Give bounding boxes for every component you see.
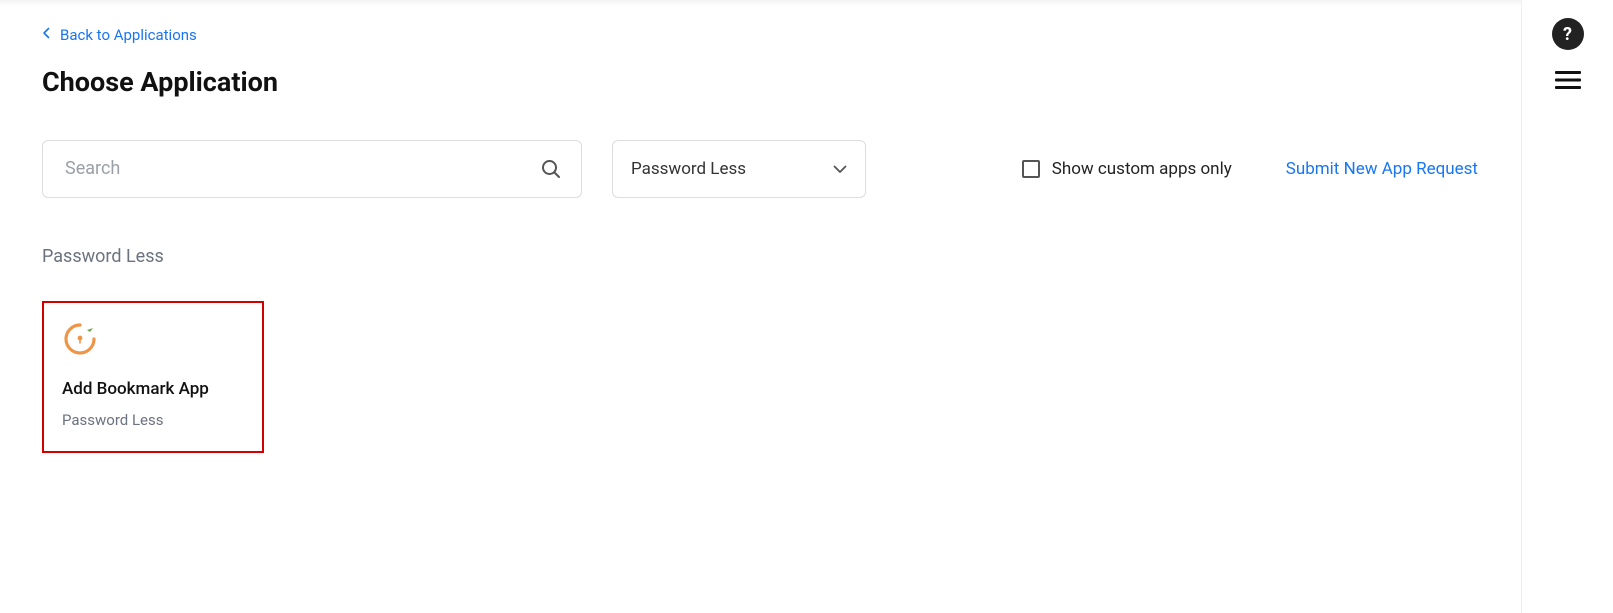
search-input[interactable] xyxy=(65,158,539,179)
back-to-applications-link[interactable]: Back to Applications xyxy=(42,26,197,44)
app-card-add-bookmark[interactable]: Add Bookmark App Password Less xyxy=(42,301,264,453)
section-label: Password Less xyxy=(42,246,1478,267)
app-card-title: Add Bookmark App xyxy=(62,379,244,399)
help-icon[interactable]: ? xyxy=(1552,18,1584,50)
chevron-down-icon xyxy=(833,159,847,179)
right-rail: ? xyxy=(1521,0,1613,613)
search-icon[interactable] xyxy=(539,157,563,181)
submit-new-app-request-link[interactable]: Submit New App Request xyxy=(1286,159,1478,179)
hamburger-menu-icon[interactable] xyxy=(1555,70,1581,94)
back-link-label: Back to Applications xyxy=(60,26,197,44)
dropdown-selected-label: Password Less xyxy=(631,159,746,179)
checkbox-empty-icon xyxy=(1022,160,1040,178)
app-logo-icon xyxy=(62,321,244,361)
checkbox-label: Show custom apps only xyxy=(1052,159,1232,179)
show-custom-apps-checkbox[interactable]: Show custom apps only xyxy=(1022,159,1232,179)
page-title: Choose Application xyxy=(42,66,1478,98)
search-box xyxy=(42,140,582,198)
chevron-left-icon xyxy=(42,27,50,42)
category-dropdown[interactable]: Password Less xyxy=(612,140,866,198)
app-card-subtitle: Password Less xyxy=(62,411,244,429)
